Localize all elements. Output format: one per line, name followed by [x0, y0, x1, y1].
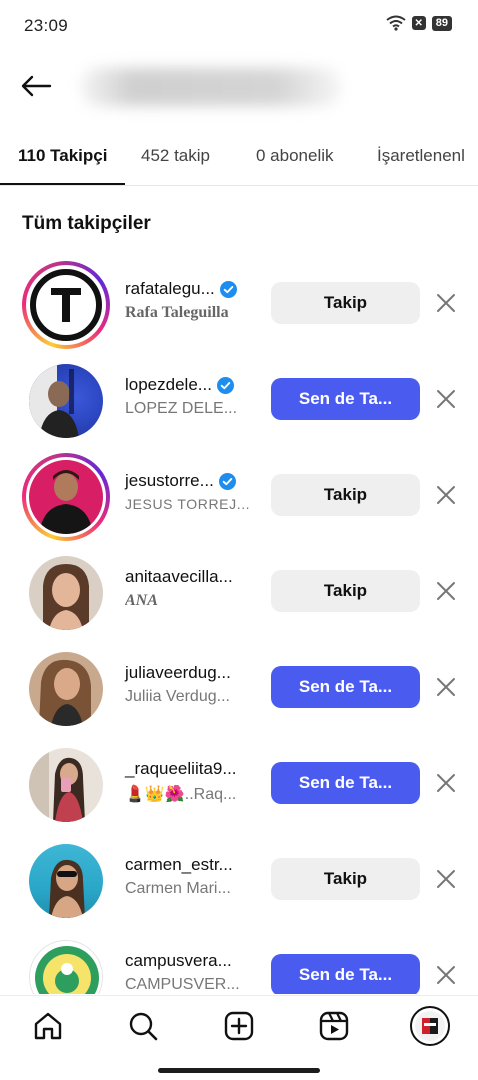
status-icons: ✕ 89 — [386, 15, 452, 31]
tab-followers[interactable]: 110 Takipçi — [18, 146, 107, 166]
avatar-photo — [29, 364, 79, 438]
nav-home[interactable] — [30, 1008, 66, 1044]
nav-search[interactable] — [125, 1008, 161, 1044]
list-item[interactable]: rafatalegu... Rafa Taleguilla Takip — [0, 254, 478, 350]
avatar-photo — [49, 859, 85, 918]
username[interactable]: _raqueeliita9... — [125, 759, 237, 779]
user-info: anitaavecilla... ANA — [125, 567, 263, 610]
user-info: carmen_estr... Carmen Mari... — [125, 855, 263, 898]
tab-bar: 110 Takipçi 452 takip 0 abonelik İşaretl… — [0, 126, 478, 186]
avatar[interactable] — [22, 261, 110, 349]
header — [0, 56, 478, 116]
user-info: lopezdele... LOPEZ DELE... — [125, 375, 263, 418]
section-title: Tüm takipçiler — [22, 213, 151, 234]
logo-t-avatar — [30, 269, 102, 341]
list-item[interactable]: _raqueeliita9... 💄👑🌺..Raq... Sen de Ta..… — [0, 734, 478, 830]
close-icon[interactable] — [434, 579, 458, 603]
user-info: campusvera... CAMPUSVER... — [125, 951, 263, 994]
close-icon[interactable] — [434, 675, 458, 699]
username[interactable]: campusvera... — [125, 951, 232, 971]
nav-reels[interactable] — [316, 1008, 352, 1044]
avatar-logo — [35, 946, 99, 994]
username[interactable]: juliaveerdug... — [125, 663, 231, 683]
username[interactable]: jesustorre... — [125, 471, 214, 491]
back-button[interactable] — [18, 70, 54, 102]
user-info: rafatalegu... Rafa Taleguilla — [125, 279, 263, 322]
list-item[interactable]: carmen_estr... Carmen Mari... Takip — [0, 830, 478, 926]
nav-profile[interactable] — [410, 1006, 450, 1046]
follow-button[interactable]: Takip — [271, 282, 420, 324]
wifi-icon — [386, 15, 406, 31]
username[interactable]: carmen_estr... — [125, 855, 233, 875]
close-icon[interactable] — [434, 771, 458, 795]
avatar-photo — [39, 659, 91, 726]
list-item[interactable]: juliaveerdug... Juliia Verdug... Sen de … — [0, 638, 478, 734]
status-bar: 23:09 ✕ 89 — [0, 0, 478, 48]
verified-badge-icon — [219, 280, 237, 298]
search-icon — [129, 1012, 158, 1041]
username[interactable]: lopezdele... — [125, 375, 212, 395]
home-icon — [34, 1012, 62, 1040]
user-info: juliaveerdug... Juliia Verdug... — [125, 663, 263, 706]
follow-back-button[interactable]: Sen de Ta... — [271, 666, 420, 708]
battery-icon: 89 — [431, 15, 452, 31]
follow-back-button[interactable]: Sen de Ta... — [271, 762, 420, 804]
close-icon[interactable] — [434, 963, 458, 987]
full-name: Carmen Mari... — [125, 880, 231, 897]
full-name: Juliia Verdug... — [125, 688, 230, 705]
bottom-navigation — [0, 995, 478, 1057]
username[interactable]: rafatalegu... — [125, 279, 215, 299]
follow-button[interactable]: Takip — [271, 570, 420, 612]
full-name: Rafa Taleguilla — [125, 304, 229, 321]
no-sim-icon: ✕ — [411, 16, 426, 30]
nav-create[interactable] — [221, 1008, 257, 1044]
avatar-photo — [39, 470, 93, 534]
home-indicator[interactable] — [158, 1068, 320, 1073]
follow-button[interactable]: Takip — [271, 858, 420, 900]
list-item[interactable]: anitaavecilla... ANA Takip — [0, 542, 478, 638]
list-item[interactable]: campusvera... CAMPUSVER... Sen de Ta... — [0, 926, 478, 994]
blurred-username — [80, 68, 342, 106]
tab-following[interactable]: 452 takip — [141, 146, 210, 166]
full-name: CAMPUSVER... — [125, 976, 240, 993]
tab-flagged[interactable]: İşaretlenenl — [377, 146, 465, 166]
verified-badge-icon — [216, 376, 234, 394]
avatar-photo — [43, 564, 89, 630]
close-icon[interactable] — [434, 483, 458, 507]
close-icon[interactable] — [434, 291, 458, 315]
list-item[interactable]: lopezdele... LOPEZ DELE... Sen de Ta... — [0, 350, 478, 446]
full-name: 💄👑🌺..Raq... — [125, 786, 237, 803]
profile-avatar — [410, 1006, 450, 1046]
user-info: _raqueeliita9... 💄👑🌺..Raq... — [125, 759, 263, 804]
full-name: JESUS TORREJ... — [125, 496, 251, 512]
avatar[interactable] — [22, 837, 110, 925]
follow-back-button[interactable]: Sen de Ta... — [271, 378, 420, 420]
full-name: ANA — [125, 592, 158, 609]
close-icon[interactable] — [434, 387, 458, 411]
avatar[interactable] — [22, 549, 110, 637]
avatar[interactable] — [22, 645, 110, 733]
follow-button[interactable]: Takip — [271, 474, 420, 516]
create-icon — [224, 1011, 254, 1041]
avatar[interactable] — [22, 741, 110, 829]
avatar-photo — [29, 748, 85, 822]
list-item[interactable]: jesustorre... JESUS TORREJ... Takip — [0, 446, 478, 542]
avatar[interactable] — [22, 453, 110, 541]
active-tab-indicator — [0, 183, 125, 185]
username[interactable]: anitaavecilla... — [125, 567, 233, 587]
tab-subscriptions[interactable]: 0 abonelik — [256, 146, 334, 166]
arrow-left-icon — [21, 75, 52, 97]
close-icon[interactable] — [434, 867, 458, 891]
status-time: 23:09 — [24, 16, 69, 35]
user-info: jesustorre... JESUS TORREJ... — [125, 471, 263, 512]
verified-badge-icon — [218, 472, 236, 490]
reels-icon — [319, 1011, 349, 1041]
follower-list[interactable]: rafatalegu... Rafa Taleguilla Takip lope… — [0, 254, 478, 994]
avatar[interactable] — [22, 933, 110, 994]
avatar[interactable] — [22, 357, 110, 445]
full-name: LOPEZ DELE... — [125, 400, 238, 417]
follow-back-button[interactable]: Sen de Ta... — [271, 954, 420, 994]
